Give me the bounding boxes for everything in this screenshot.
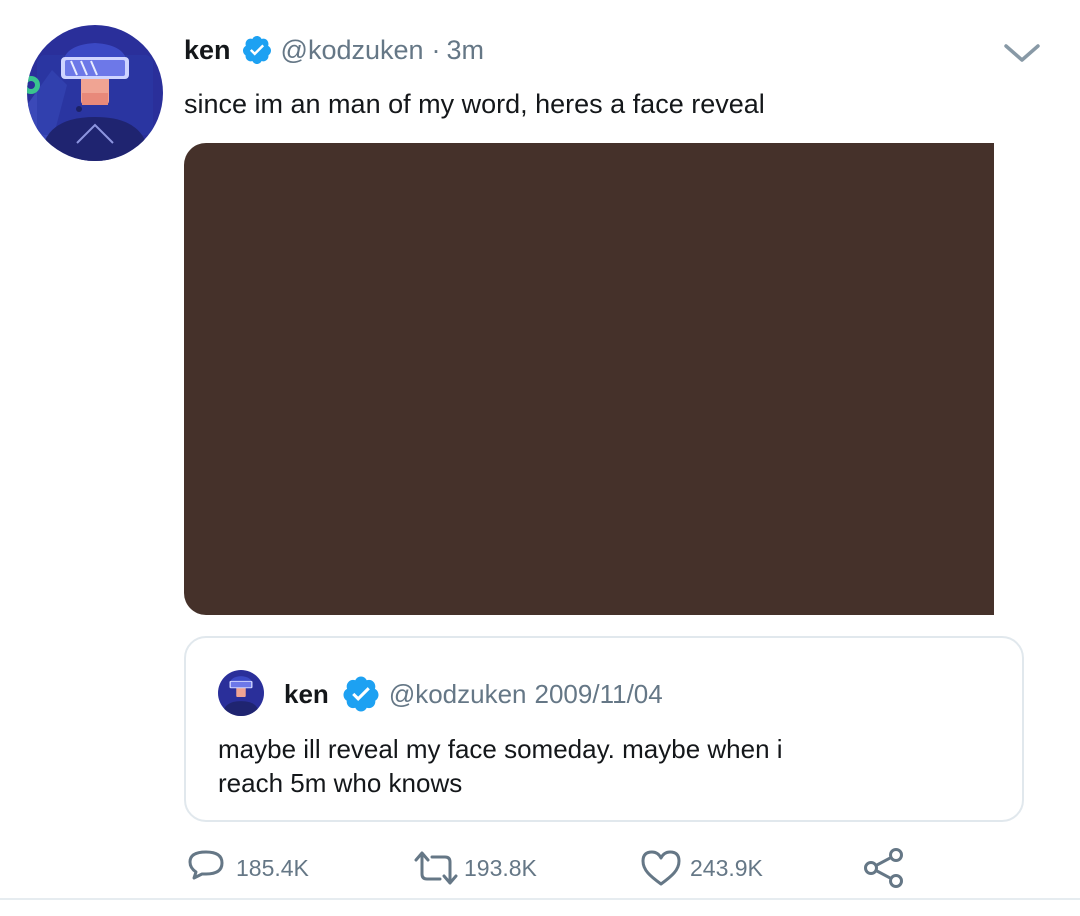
quoted-author-handle: @kodzuken xyxy=(388,678,527,709)
verified-badge-icon xyxy=(241,34,273,66)
share-button[interactable] xyxy=(862,846,906,890)
like-button[interactable]: 243.9K xyxy=(640,846,763,890)
author-name[interactable]: ken xyxy=(184,35,231,66)
reply-count: 185.4K xyxy=(236,854,309,881)
quoted-tweet[interactable]: ken @kodzuken 2009/11/04 maybe ill revea… xyxy=(184,636,1024,822)
quoted-tweet-text: maybe ill reveal my face someday. maybe … xyxy=(218,734,783,798)
quoted-tweet-date: 2009/11/04 xyxy=(534,678,663,709)
tweet-divider xyxy=(0,898,1080,900)
tweet[interactable]: ken @kodzuken · 3m since im an man of my… xyxy=(0,0,1080,916)
quoted-author-avatar[interactable] xyxy=(218,670,264,716)
quoted-tweet-header: ken @kodzuken 2009/11/04 xyxy=(284,674,663,714)
retweet-button[interactable]: 193.8K xyxy=(412,846,537,890)
author-avatar[interactable] xyxy=(27,25,163,161)
retweet-icon xyxy=(412,848,460,888)
retweet-count: 193.8K xyxy=(464,854,537,881)
header-separator: · xyxy=(431,34,441,65)
reply-button[interactable]: 185.4K xyxy=(186,846,309,890)
avatar-illustration xyxy=(27,25,163,161)
like-count: 243.9K xyxy=(690,854,763,881)
reply-bubble-icon xyxy=(186,848,226,888)
tweet-actions: 185.4K 193.8K 243.9K xyxy=(186,846,1026,890)
tweet-timestamp[interactable]: 3m xyxy=(447,35,485,66)
share-icon xyxy=(862,846,906,890)
tweet-header: ken @kodzuken · 3m xyxy=(184,28,484,72)
author-handle[interactable]: @kodzuken xyxy=(281,35,424,66)
avatar-illustration xyxy=(218,670,264,716)
chevron-down-icon[interactable] xyxy=(1002,40,1042,68)
heart-icon xyxy=(640,848,682,888)
tweet-text: since im an man of my word, heres a face… xyxy=(184,89,765,119)
tweet-media-image[interactable] xyxy=(184,143,994,615)
verified-badge-icon xyxy=(341,674,381,714)
quoted-author-name: ken xyxy=(284,678,329,709)
